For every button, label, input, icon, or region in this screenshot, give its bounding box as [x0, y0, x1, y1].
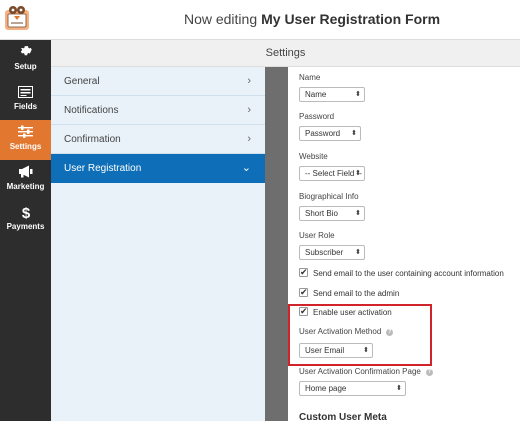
email-user-checkbox[interactable]: ✔ — [299, 267, 308, 277]
nav-item-setup[interactable]: Setup — [0, 40, 51, 80]
email-admin-checkbox[interactable]: ✔ — [299, 287, 308, 297]
select-arrows-icon: ⬍ — [355, 210, 361, 217]
nav-item-fields[interactable]: Fields — [0, 80, 51, 120]
panel-user-registration[interactable]: User Registration ⌄ — [51, 154, 265, 183]
settings-panel-list: General › Notifications › Confirmation ›… — [51, 67, 265, 421]
checkbox-label: Send email to the admin — [313, 289, 400, 298]
highlight-box — [288, 304, 432, 366]
chevron-right-icon: › — [247, 75, 251, 87]
nav-item-settings[interactable]: Settings — [0, 120, 51, 160]
chevron-right-icon: › — [247, 104, 251, 116]
select-arrows-icon: ⬍ — [355, 91, 361, 98]
checkbox-label: Send email to the user containing accoun… — [313, 269, 504, 278]
confirmation-page-text: User Activation Confirmation Page — [299, 367, 421, 376]
name-select[interactable]: Name ⬍ — [299, 87, 365, 102]
check-icon: ✔ — [300, 287, 308, 297]
svg-text:$: $ — [21, 205, 30, 220]
password-select[interactable]: Password ⬍ — [299, 126, 361, 141]
panel-label: General — [64, 76, 100, 87]
email-admin-option: ✔ Send email to the admin — [299, 287, 400, 300]
email-user-option: ✔ Send email to the user containing accou… — [299, 267, 504, 280]
panel-label: Confirmation — [64, 134, 121, 145]
top-bar: Now editing My User Registration Form — [0, 0, 520, 40]
panel-notifications[interactable]: Notifications › — [51, 96, 265, 125]
nav-label: Fields — [13, 102, 38, 111]
role-select[interactable]: Subscriber ⬍ — [299, 245, 365, 260]
panel-divider — [265, 67, 288, 421]
check-icon: ✔ — [300, 267, 308, 277]
select-arrows-icon: ⬍ — [355, 170, 361, 177]
form-name: My User Registration Form — [261, 11, 441, 27]
select-arrows-icon: ⬍ — [355, 249, 361, 256]
bio-label: Biographical Info — [299, 192, 359, 201]
panel-label: Notifications — [64, 105, 119, 116]
settings-header: Settings — [51, 40, 520, 67]
select-value: -- Select Field -- — [305, 169, 362, 178]
password-label: Password — [299, 112, 335, 121]
fields-icon — [0, 80, 51, 102]
panel-confirmation[interactable]: Confirmation › — [51, 125, 265, 154]
select-arrows-icon: ⬍ — [396, 385, 402, 392]
megaphone-icon — [0, 160, 51, 182]
chevron-right-icon: › — [247, 133, 251, 145]
chevron-down-icon: ⌄ — [241, 162, 251, 174]
dollar-icon: $ — [0, 200, 51, 222]
select-value: Short Bio — [305, 209, 338, 218]
user-registration-settings: Name Name ⬍ Password Password ⬍ Website … — [288, 67, 520, 421]
nav-label: Setup — [14, 62, 37, 71]
help-icon[interactable]: ? — [425, 369, 433, 376]
bio-select[interactable]: Short Bio ⬍ — [299, 206, 365, 221]
editing-prefix: Now editing — [183, 11, 258, 27]
nav-item-payments[interactable]: $ Payments — [0, 200, 51, 240]
website-select[interactable]: -- Select Field -- ⬍ — [299, 166, 365, 181]
nav-item-marketing[interactable]: Marketing — [0, 160, 51, 200]
nav-label: Payments — [6, 222, 45, 231]
name-label: Name — [299, 73, 321, 82]
role-label: User Role — [299, 231, 335, 240]
left-nav: Setup Fields Settings Marketing $ Paymen… — [0, 40, 51, 421]
nav-label: Marketing — [6, 182, 45, 191]
select-value: Name — [305, 90, 327, 99]
nav-label: Settings — [9, 142, 42, 151]
confirmation-page-label: User Activation Confirmation Page? — [299, 367, 433, 376]
select-value: Home page — [305, 384, 347, 393]
select-arrows-icon: ⬍ — [351, 130, 357, 137]
editing-title: Now editing My User Registration Form — [0, 11, 520, 27]
sliders-icon — [0, 120, 51, 142]
select-value: Subscriber — [305, 248, 344, 257]
gear-icon — [0, 40, 51, 62]
website-label: Website — [299, 152, 328, 161]
confirmation-page-select[interactable]: Home page ⬍ — [299, 381, 406, 396]
panel-label: User Registration — [64, 163, 142, 174]
custom-meta-heading: Custom User Meta — [299, 412, 387, 421]
select-value: Password — [305, 129, 341, 138]
panel-general[interactable]: General › — [51, 67, 265, 96]
